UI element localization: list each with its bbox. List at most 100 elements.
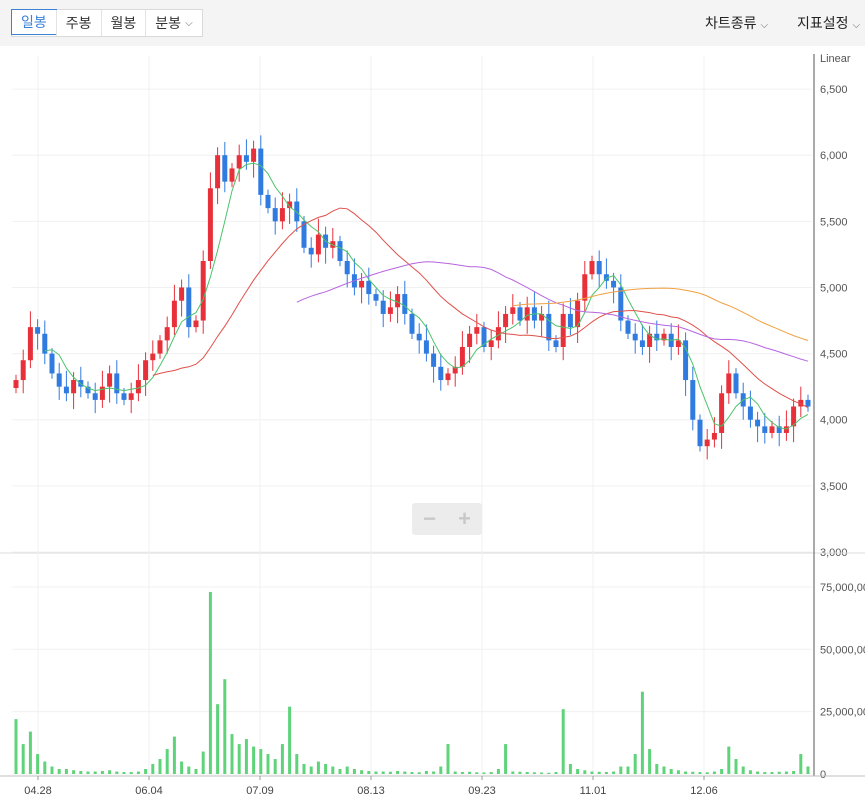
volume-bar [230, 734, 234, 774]
zoom-out-button[interactable]: − [423, 508, 436, 530]
candle-body [553, 340, 559, 347]
period-button-2[interactable]: 월봉 [100, 10, 146, 36]
volume-bar [216, 704, 220, 774]
candle-body [488, 340, 494, 347]
volume-bar [194, 769, 198, 774]
period-label: 주봉 [65, 15, 92, 31]
candle-body [35, 327, 41, 334]
stock-chart[interactable]: 6,5006,0005,5005,0004,5004,0003,5003,000… [0, 46, 865, 802]
candle-body [171, 300, 177, 328]
volume-tick-label: 75,000,000 [820, 582, 865, 594]
candle-body [517, 307, 523, 321]
volume-bar [252, 746, 256, 774]
period-button-1[interactable]: 주봉 [55, 10, 101, 36]
price-tick-label: 3,500 [820, 481, 848, 493]
volume-bar [432, 771, 436, 774]
candle-body [618, 287, 624, 321]
volume-bar [684, 771, 688, 774]
volume-bar [280, 744, 284, 774]
ma20-line [152, 207, 809, 408]
volume-bar [525, 772, 529, 774]
volume-bar [151, 764, 155, 774]
date-tick-label: 09.23 [468, 785, 496, 797]
volume-bar [273, 759, 277, 774]
candle-body [186, 287, 192, 328]
candle-body [503, 313, 509, 328]
volume-bar [540, 772, 544, 774]
zoom-in-button[interactable]: + [458, 508, 471, 530]
candle-body [459, 346, 465, 367]
date-tick-label: 08.13 [357, 785, 385, 797]
volume-bar [511, 771, 515, 774]
candle-body [92, 393, 98, 400]
candle-body [13, 380, 19, 388]
volume-bar [331, 766, 335, 774]
date-tick-label: 04.28 [24, 785, 52, 797]
volume-bar [633, 754, 637, 774]
volume-bar [64, 769, 68, 774]
volume-bar [532, 772, 536, 774]
volume-bar [676, 770, 680, 774]
candle-body [416, 333, 422, 341]
volume-bar [424, 771, 428, 774]
volume-bar [187, 766, 191, 774]
volume-bar [734, 759, 738, 774]
indicator-menu[interactable]: 지표설정 ⌵ [797, 13, 860, 33]
scale-label: Linear [820, 53, 851, 65]
candle-body [423, 340, 429, 354]
volume-bar [763, 772, 767, 774]
candle-body [49, 353, 55, 374]
volume-bar [554, 772, 558, 774]
volume-bar [367, 771, 371, 774]
volume-bar [756, 771, 760, 774]
volume-bar [86, 771, 90, 774]
volume-bar [36, 754, 40, 774]
candle-body [639, 340, 645, 347]
volume-bar [100, 771, 104, 774]
volume-bar [338, 769, 342, 774]
period-label: 일봉 [21, 14, 47, 30]
candle-body [733, 373, 739, 394]
volume-tick-label: 0 [820, 769, 826, 781]
period-selector: 일봉 주봉 월봉 분봉 ⌵ [11, 9, 203, 37]
candle-body [690, 380, 696, 420]
volume-bar [129, 772, 133, 774]
volume-bar [266, 754, 270, 774]
candle-body [128, 393, 134, 400]
ma60-line [296, 261, 809, 362]
candle-body [805, 399, 811, 407]
candle-body [272, 208, 278, 222]
candle-body [431, 353, 437, 367]
candle-body [215, 155, 221, 189]
period-button-0[interactable]: 일봉 [11, 9, 57, 35]
candle-body [179, 287, 185, 301]
candle-body [193, 320, 199, 328]
volume-bar [669, 769, 673, 774]
volume-bar [50, 766, 54, 774]
date-tick-label: 07.09 [246, 785, 274, 797]
candle-body [56, 373, 62, 387]
chevron-down-icon: ⌵ [852, 20, 861, 31]
candle-body [395, 294, 401, 308]
candle-body [524, 307, 530, 321]
candle-body [438, 366, 444, 381]
volume-bar [417, 772, 421, 774]
candle-body [121, 393, 127, 400]
chart-type-menu[interactable]: 차트종류 ⌵ [705, 13, 768, 33]
volume-bar [748, 770, 752, 774]
volume-bar [72, 770, 76, 774]
candle-body [719, 393, 725, 433]
candle-body [467, 333, 473, 347]
chart-type-label: 차트종류 [705, 15, 757, 31]
volume-bar [777, 771, 781, 774]
period-button-3[interactable]: 분봉 ⌵ [145, 10, 201, 36]
volume-bar [172, 736, 176, 774]
volume-bar [208, 591, 212, 774]
volume-bar [518, 771, 522, 774]
candle-body [164, 327, 170, 341]
indicator-label: 지표설정 [797, 15, 849, 31]
volume-bar [475, 772, 479, 774]
volume-bar [640, 691, 644, 774]
candle-body [632, 333, 638, 341]
candle-body [107, 373, 113, 387]
